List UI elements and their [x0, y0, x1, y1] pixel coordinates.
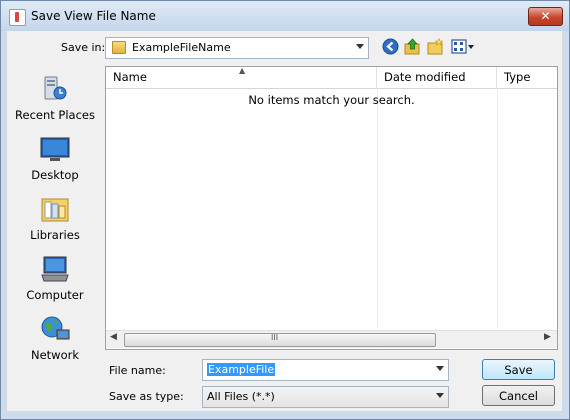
- column-header-label: Type: [504, 70, 531, 84]
- column-header-date-modified[interactable]: Date modified: [377, 67, 497, 88]
- title-bar[interactable]: Save View File Name ✕: [1, 1, 569, 31]
- folder-icon: [112, 41, 126, 54]
- save-as-type-dropdown[interactable]: All Files (*.*): [202, 386, 449, 408]
- chevron-down-icon[interactable]: [436, 366, 444, 371]
- empty-message: No items match your search.: [248, 93, 415, 107]
- libraries-icon: [41, 198, 69, 222]
- cancel-button[interactable]: Cancel: [482, 385, 555, 406]
- file-name-value: ExampleFile: [207, 363, 276, 376]
- list-header: Name ▲ Date modified Type: [106, 66, 557, 89]
- file-list[interactable]: Name ▲ Date modified Type No items match…: [105, 66, 558, 350]
- up-folder-icon[interactable]: [404, 38, 421, 55]
- column-divider: [497, 88, 498, 328]
- place-computer[interactable]: Computer: [7, 251, 103, 309]
- column-divider: [377, 88, 378, 328]
- scroll-left-icon[interactable]: ◀: [110, 332, 117, 342]
- view-menu-icon[interactable]: [451, 38, 475, 55]
- window-title: Save View File Name: [31, 9, 156, 23]
- chevron-down-icon: [356, 44, 364, 49]
- new-folder-icon[interactable]: [427, 38, 444, 55]
- place-label: Libraries: [30, 228, 80, 242]
- place-libraries[interactable]: Libraries: [7, 191, 103, 249]
- place-label: Network: [30, 348, 80, 362]
- computer-icon: [41, 256, 69, 282]
- save-as-type-value: All Files (*.*): [207, 390, 275, 403]
- save-in-label: Save in:: [61, 41, 106, 54]
- horizontal-scrollbar[interactable]: ◀ III ▶: [106, 330, 557, 348]
- dialog-body: Save in: ExampleFileName Recent Places D…: [7, 31, 562, 411]
- place-desktop[interactable]: Desktop: [7, 131, 103, 189]
- java-app-icon: [9, 9, 26, 26]
- place-recent-places[interactable]: Recent Places: [7, 71, 103, 129]
- scroll-thumb[interactable]: III: [124, 333, 436, 347]
- place-label: Computer: [26, 288, 84, 302]
- save-dialog: Save View File Name ✕ Save in: ExampleFi…: [0, 0, 570, 420]
- desktop-icon: [40, 137, 70, 161]
- column-header-label: Name: [113, 70, 147, 84]
- column-header-name[interactable]: Name ▲: [106, 66, 377, 88]
- file-name-input[interactable]: ExampleFile: [202, 359, 449, 381]
- network-icon: [41, 316, 70, 340]
- column-header-type[interactable]: Type: [497, 67, 557, 88]
- column-header-label: Date modified: [384, 70, 466, 84]
- save-in-dropdown[interactable]: ExampleFileName: [105, 37, 369, 59]
- back-icon[interactable]: [382, 38, 399, 55]
- save-button[interactable]: Save: [482, 359, 555, 380]
- save-as-type-label: Save as type:: [109, 390, 184, 403]
- place-label: Desktop: [31, 168, 79, 182]
- scroll-grip: III: [271, 333, 279, 342]
- place-label: Recent Places: [15, 108, 95, 122]
- scroll-right-icon[interactable]: ▶: [544, 332, 551, 342]
- sort-ascending-icon: ▲: [239, 66, 246, 75]
- place-network[interactable]: Network: [7, 311, 103, 369]
- file-name-label: File name:: [109, 364, 166, 377]
- save-in-value: ExampleFileName: [132, 41, 231, 54]
- close-button[interactable]: ✕: [528, 7, 563, 26]
- chevron-down-icon: [436, 393, 444, 398]
- recent-places-icon: [44, 76, 67, 100]
- places-bar: Recent Places Desktop Libraries Computer…: [7, 63, 103, 363]
